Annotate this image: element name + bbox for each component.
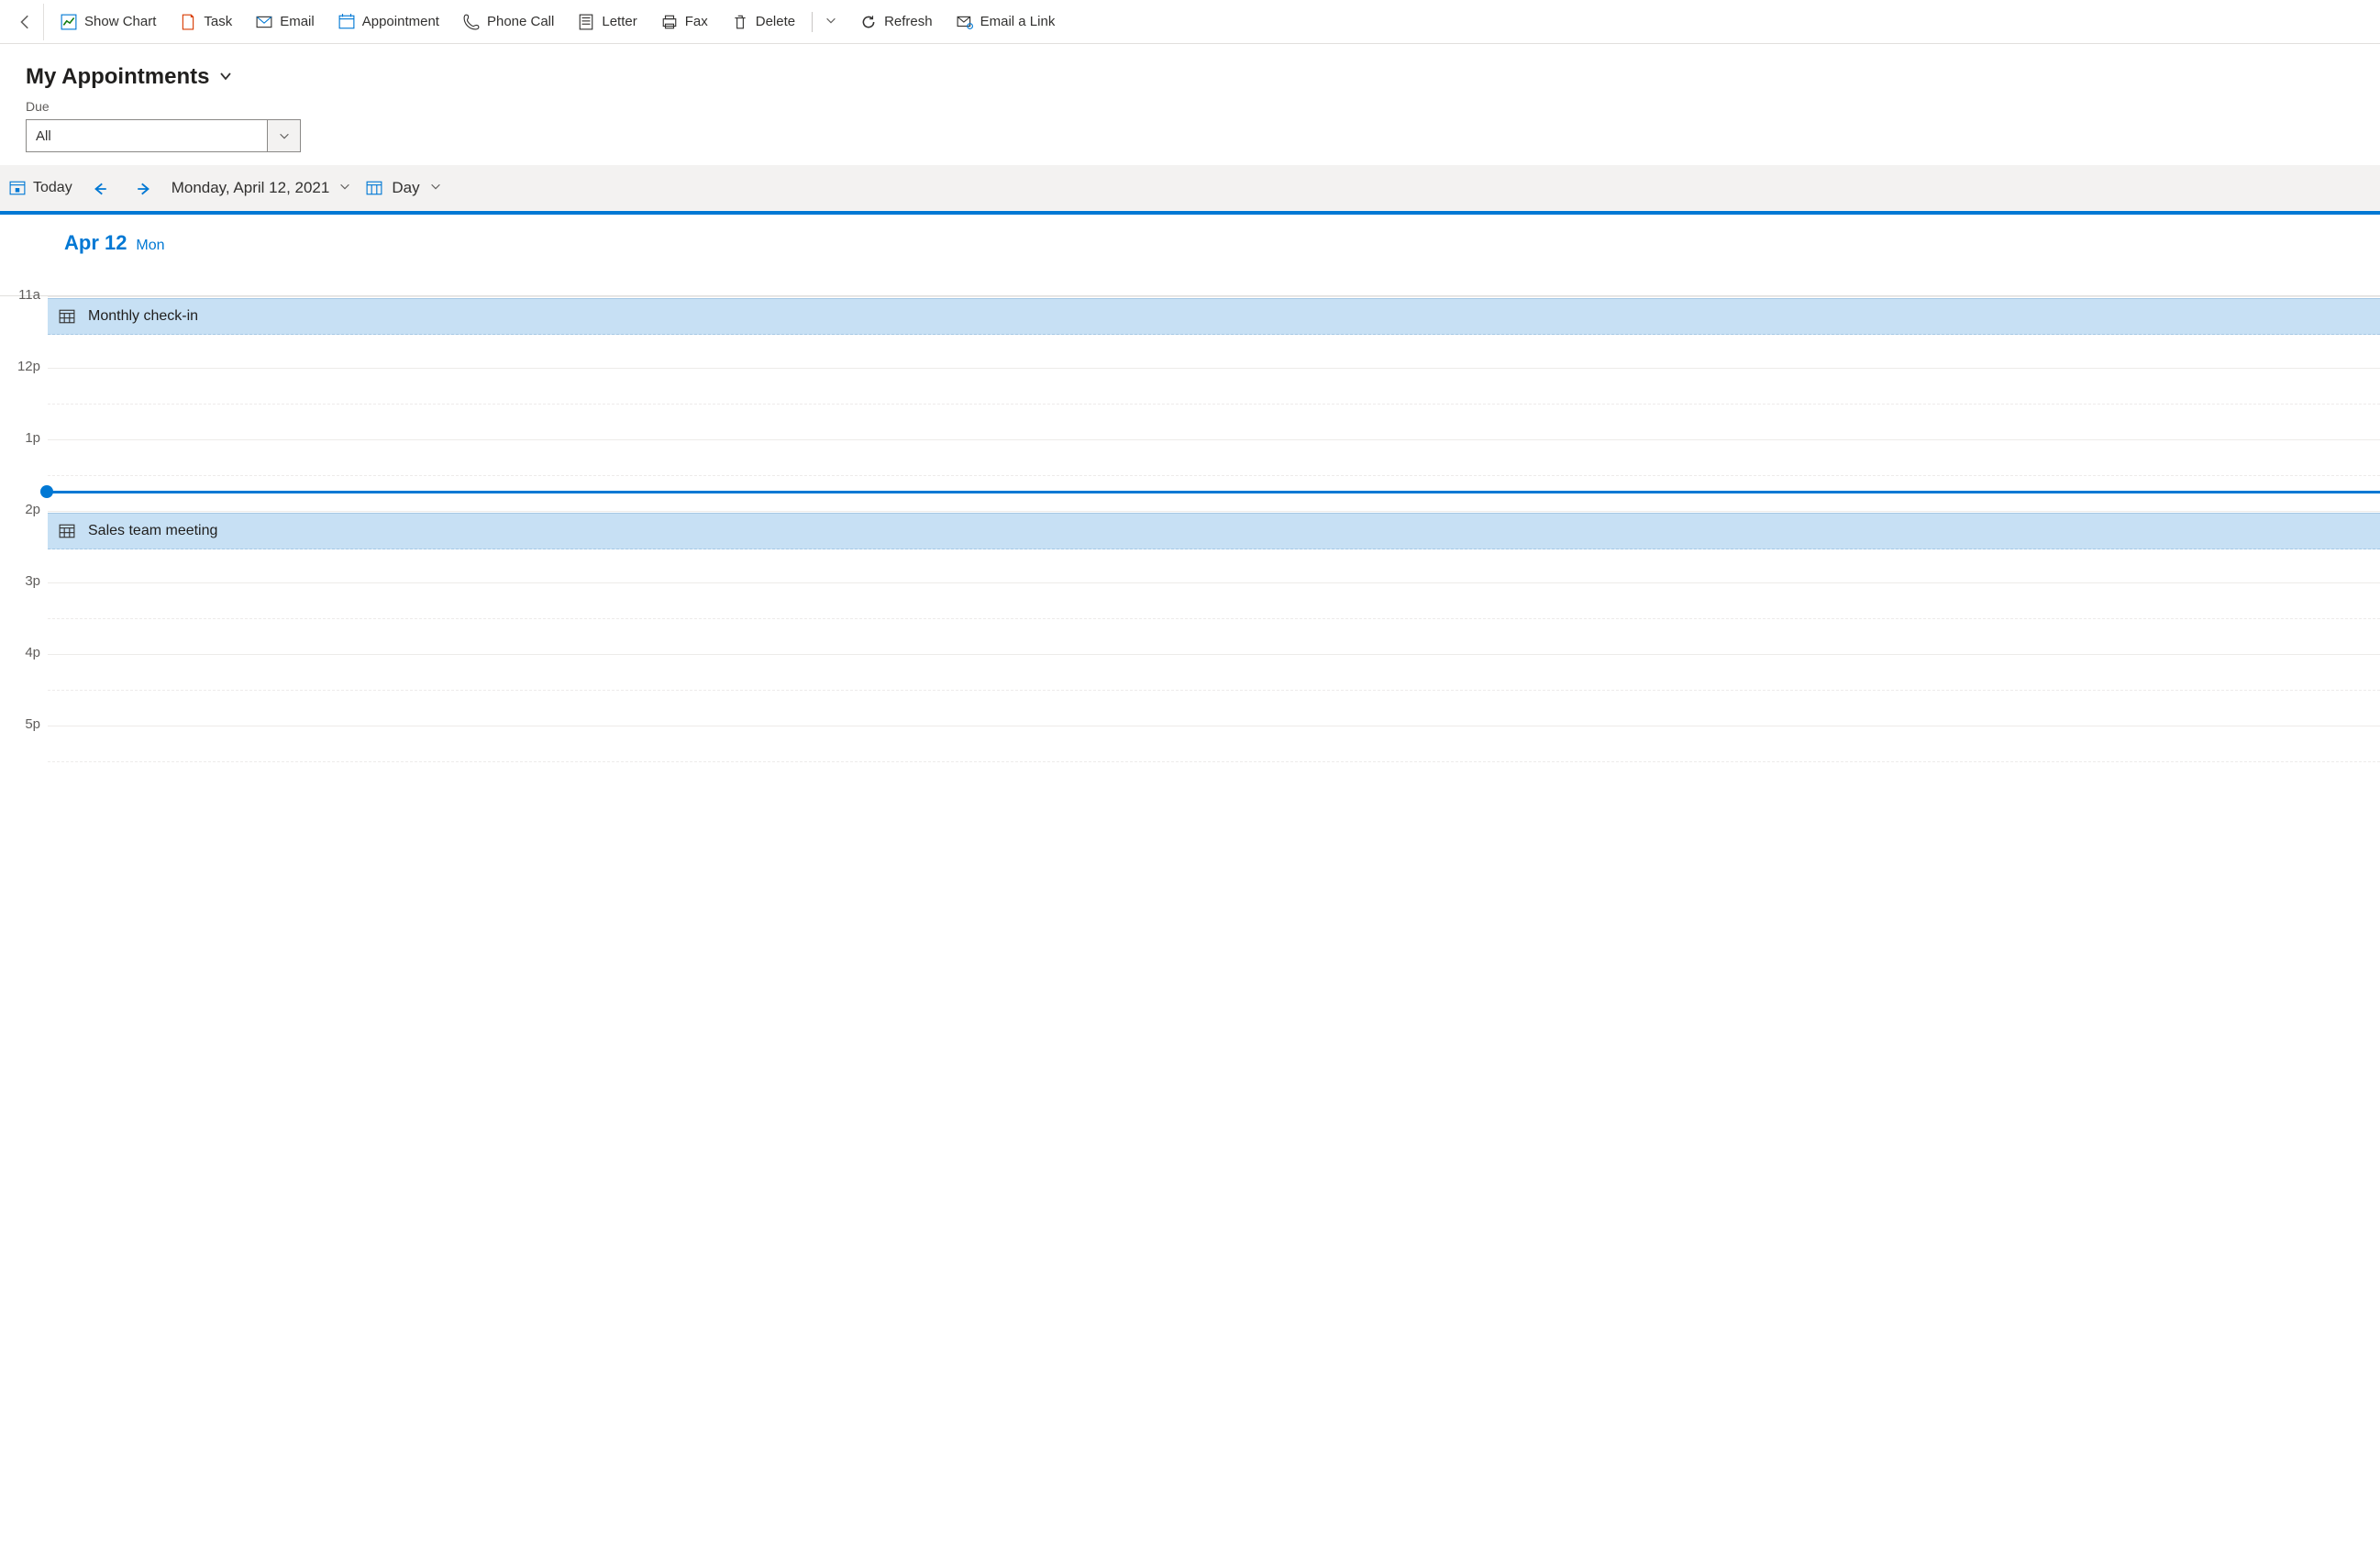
hour-label: 1p <box>0 430 40 446</box>
hour-line <box>48 368 2380 369</box>
time-grid[interactable]: 11a 12p 1p 2p 3p 4p 5p Monthly check-in <box>0 296 2380 797</box>
task-icon <box>180 14 196 30</box>
chevron-down-icon <box>338 180 355 196</box>
today-button[interactable]: Today <box>9 180 72 196</box>
calendar-grid-icon <box>366 180 382 196</box>
day-header-dow: Mon <box>136 238 164 253</box>
fax-icon <box>661 14 678 30</box>
hour-label: 5p <box>0 716 40 732</box>
chart-icon <box>61 14 77 30</box>
hour-label: 12p <box>0 359 40 374</box>
fax-button[interactable]: Fax <box>650 8 719 36</box>
hour-line <box>48 296 2380 297</box>
today-label: Today <box>33 180 72 196</box>
due-filter-select[interactable]: All <box>26 119 301 152</box>
hour-row[interactable]: 1p <box>0 439 2380 511</box>
letter-label: Letter <box>602 14 637 29</box>
delete-button[interactable]: Delete <box>721 8 806 36</box>
current-time-dot <box>40 485 53 498</box>
appointment[interactable]: Sales team meeting <box>48 513 2380 549</box>
view-header: My Appointments <box>0 44 2380 99</box>
phone-call-button[interactable]: Phone Call <box>452 8 565 36</box>
day-header: Apr 12 Mon <box>0 215 2380 296</box>
back-button[interactable] <box>7 4 44 40</box>
overflow-button[interactable] <box>818 7 847 37</box>
hour-row[interactable]: 4p <box>0 654 2380 726</box>
appointment-title: Sales team meeting <box>88 523 217 539</box>
view-selector[interactable]: My Appointments <box>26 64 2354 90</box>
hour-row[interactable]: 5p <box>0 726 2380 797</box>
view-title-text: My Appointments <box>26 64 209 90</box>
half-hour-line <box>48 690 2380 691</box>
hour-row[interactable]: 12p <box>0 368 2380 439</box>
arrow-left-icon <box>92 180 108 196</box>
view-mode-picker[interactable]: Day <box>366 179 445 197</box>
half-hour-line <box>48 618 2380 619</box>
calendar-region: Apr 12 Mon 11a 12p 1p 2p 3p 4p 5p Monthl… <box>0 215 2380 797</box>
letter-button[interactable]: Letter <box>567 8 648 36</box>
hour-label: 2p <box>0 502 40 517</box>
hour-label: 3p <box>0 573 40 589</box>
email-link-icon <box>957 14 973 30</box>
hour-line <box>48 439 2380 440</box>
appointment-title: Monthly check-in <box>88 308 198 325</box>
arrow | arrow-right-icon <box>136 180 152 196</box>
appointment-button[interactable]: Appointment <box>327 8 450 36</box>
hour-row[interactable]: 3p <box>0 582 2380 654</box>
email-button[interactable]: Email <box>245 8 326 36</box>
calendar-icon <box>59 523 75 539</box>
appointment[interactable]: Monthly check-in <box>48 298 2380 335</box>
due-filter-value: All <box>27 128 61 144</box>
letter-icon <box>578 14 594 30</box>
refresh-button[interactable]: Refresh <box>849 8 944 36</box>
hour-label: 4p <box>0 645 40 660</box>
show-chart-button[interactable]: Show Chart <box>50 8 167 36</box>
appointment-label: Appointment <box>362 14 439 29</box>
refresh-label: Refresh <box>884 14 933 29</box>
chevron-down-icon <box>267 120 300 151</box>
command-bar: Show Chart Task Email Appointment Phone … <box>0 0 2380 44</box>
calendar-today-icon <box>9 180 26 196</box>
view-mode-text: Day <box>392 179 419 197</box>
show-chart-label: Show Chart <box>84 14 156 29</box>
hour-line <box>48 582 2380 583</box>
refresh-icon <box>860 14 877 30</box>
delete-label: Delete <box>756 14 795 29</box>
hour-line <box>48 654 2380 655</box>
prev-button[interactable] <box>83 172 116 205</box>
hour-line <box>48 511 2380 512</box>
toolbar-separator <box>812 12 813 32</box>
chevron-down-icon <box>429 180 446 196</box>
half-hour-line <box>48 404 2380 405</box>
calendar-icon <box>59 308 75 325</box>
date-picker[interactable]: Monday, April 12, 2021 <box>172 179 356 197</box>
chevron-down-icon <box>825 14 841 30</box>
half-hour-line <box>48 475 2380 476</box>
trash-icon <box>732 14 748 30</box>
chevron-down-icon <box>218 69 235 85</box>
arrow-left-icon <box>17 14 34 30</box>
task-button[interactable]: Task <box>169 8 243 36</box>
phone-call-label: Phone Call <box>487 14 554 29</box>
date-text: Monday, April 12, 2021 <box>172 179 330 197</box>
filter-region: Due All <box>0 99 2380 165</box>
email-icon <box>256 14 272 30</box>
calendar-icon <box>338 14 355 30</box>
phone-icon <box>463 14 480 30</box>
filter-label: Due <box>26 99 2354 114</box>
calendar-nav-bar: Today Monday, April 12, 2021 Day <box>0 165 2380 215</box>
day-header-date: Apr 12 <box>64 231 127 254</box>
fax-label: Fax <box>685 14 708 29</box>
next-button[interactable] <box>127 172 161 205</box>
hour-label: 11a <box>0 287 40 303</box>
current-time-line <box>44 491 2380 493</box>
half-hour-line <box>48 761 2380 762</box>
task-label: Task <box>204 14 232 29</box>
email-link-label: Email a Link <box>980 14 1056 29</box>
email-link-button[interactable]: Email a Link <box>946 8 1067 36</box>
email-label: Email <box>280 14 315 29</box>
